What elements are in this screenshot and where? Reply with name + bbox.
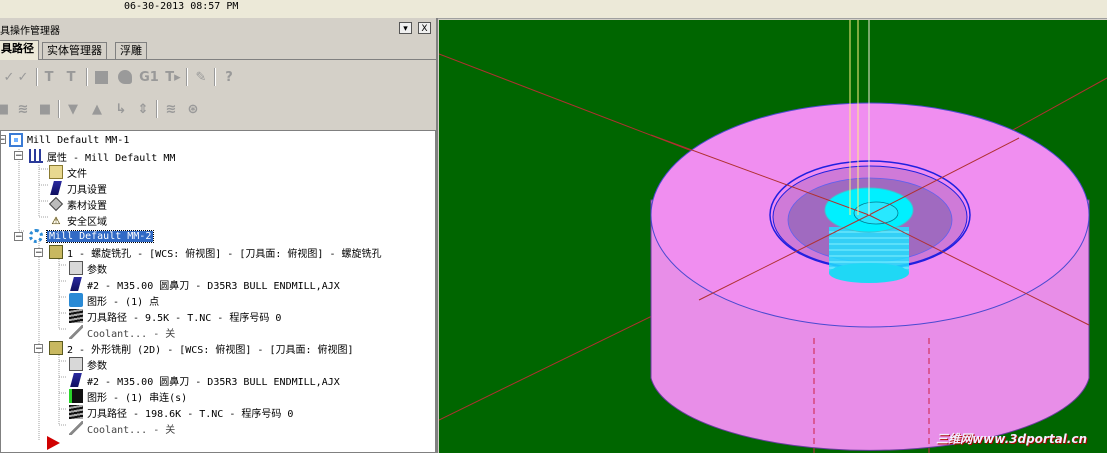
g1-post-icon[interactable]: G1 — [139, 68, 159, 86]
panel-menu-button[interactable]: ▾ — [399, 22, 412, 34]
backplot-icon[interactable] — [92, 68, 110, 86]
tree-item-label: Coolant... - 关 — [87, 328, 176, 340]
tree-item-label: 图形 - (1) 点 — [87, 296, 160, 308]
wrench-icon[interactable]: ✎ — [192, 68, 210, 86]
tree-item-label: 图形 - (1) 串连(s) — [87, 392, 188, 404]
status-bar: 06-30-2013 08:57 PM — [0, 0, 1107, 19]
expand-toggle[interactable]: − — [1, 135, 6, 145]
tree-item-operation-1[interactable]: 1 - 螺旋铣孔 - [WCS: 俯视图] - [刀具面: 俯视图] - 螺旋铣… — [49, 244, 382, 260]
operations-manager-panel: 具操作管理器 ▾ X 具路径 实体管理器 浮雕 ✓ ✓ T T G1 T▸ ✎ … — [0, 18, 438, 453]
operation-folder-icon — [49, 245, 63, 259]
tool-icon — [70, 277, 82, 291]
tree-item-geometry[interactable]: 图形 - (1) 串连(s) — [69, 388, 187, 404]
toggle-display-icon[interactable]: ≋ — [14, 100, 32, 118]
machine-group-icon — [9, 133, 23, 147]
insert-arrow-icon[interactable]: ↳ — [112, 100, 130, 118]
tree-item-operation-2[interactable]: 2 - 外形铣削 (2D) - [WCS: 俯视图] - [刀具面: 俯视图] — [49, 340, 354, 356]
chain-geometry-icon — [69, 389, 83, 403]
wave-icon[interactable]: ≋ — [162, 100, 180, 118]
regen-dirty-icon[interactable]: T — [62, 68, 80, 86]
tree-item-label: Coolant... - 关 — [87, 424, 176, 436]
expand-toggle[interactable]: − — [14, 151, 23, 161]
coolant-icon — [69, 325, 83, 339]
insert-arrow-icon[interactable] — [47, 436, 60, 450]
panel-close-button[interactable]: X — [418, 22, 431, 34]
posting-lock-icon[interactable]: ■ — [36, 100, 54, 118]
tree-item-label: 参数 — [87, 360, 107, 372]
high-speed-icon[interactable]: T▸ — [164, 68, 182, 86]
datetime-label: 06-30-2013 08:57 PM — [124, 1, 239, 12]
tree-item-toolpath[interactable]: 刀具路径 - 9.5K - T.NC - 程序号码 0 — [69, 308, 281, 324]
coolant-icon — [69, 421, 83, 435]
tree-item-label: 刀具路径 - 9.5K - T.NC - 程序号码 0 — [87, 312, 282, 324]
warning-icon: ⚠ — [51, 212, 61, 228]
toolbar-top: ✓ ✓ T T G1 T▸ ✎ ? — [0, 64, 436, 90]
params-folder-icon — [69, 357, 83, 371]
tab-art[interactable]: 浮雕 — [115, 42, 147, 59]
part-render — [439, 20, 1107, 453]
operation-folder-icon — [49, 341, 63, 355]
toolpath-wave-icon — [69, 309, 83, 323]
globe-icon[interactable]: ⊛ — [184, 100, 202, 118]
graphics-viewport[interactable]: 三维网www.3dportal.cn — [439, 20, 1107, 453]
tree-item-label: #2 - M35.00 圆鼻刀 - D35R3 BULL ENDMILL,AJX — [87, 280, 340, 292]
tree-item-tool-settings[interactable]: 刀具设置 — [49, 180, 107, 196]
tree-item-label: Mill Default MM-2 — [45, 229, 155, 243]
tree-item-properties[interactable]: 属性 - Mill Default MM — [29, 148, 175, 164]
tree-item-label: 1 - 螺旋铣孔 - [WCS: 俯视图] - [刀具面: 俯视图] - 螺旋铣… — [67, 248, 382, 260]
folder-icon — [49, 165, 63, 179]
tree-item-geometry[interactable]: 图形 - (1) 点 — [69, 292, 159, 308]
toolpath-group-icon — [29, 229, 43, 243]
tree-item-label: 参数 — [87, 264, 107, 276]
expand-toggle[interactable]: − — [34, 344, 43, 354]
params-folder-icon — [69, 261, 83, 275]
tree-item-label: 属性 - Mill Default MM — [47, 152, 176, 164]
move-down-icon[interactable]: ▼ — [64, 100, 82, 118]
tree-item-safety-zone[interactable]: ⚠ 安全区域 — [49, 212, 107, 228]
scroll-icon[interactable]: ⇕ — [134, 100, 152, 118]
select-invalid-icon[interactable]: ✓ — [14, 68, 32, 86]
move-up-icon[interactable]: ▲ — [88, 100, 106, 118]
verify-icon[interactable] — [116, 68, 134, 86]
tree-item-parameters[interactable]: 参数 — [69, 356, 107, 372]
tree-item-label: 2 - 外形铣削 (2D) - [WCS: 俯视图] - [刀具面: 俯视图] — [67, 344, 354, 356]
tree-item-stock-setup[interactable]: 素材设置 — [48, 196, 107, 212]
tree-item-label: 刀具路径 - 198.6K - T.NC - 程序号码 0 — [87, 408, 294, 420]
regen-selected-icon[interactable]: T — [40, 68, 58, 86]
panel-tabs: 具路径 实体管理器 浮雕 — [0, 40, 436, 60]
panel-title: 具操作管理器 — [0, 26, 60, 37]
tree-item-group[interactable]: Mill Default MM-2 — [29, 228, 155, 244]
geometry-icon — [69, 293, 83, 307]
tree-item-coolant[interactable]: Coolant... - 关 — [69, 420, 175, 436]
toolpath-tree[interactable]: − Mill Default MM-1 − 属性 - Mill Default … — [0, 130, 436, 453]
expand-toggle[interactable]: − — [14, 232, 23, 242]
tree-item-parameters[interactable]: 参数 — [69, 260, 107, 276]
tab-toolpaths[interactable]: 具路径 — [0, 40, 39, 60]
tree-item-label: 刀具设置 — [67, 184, 107, 196]
tree-item-machine[interactable]: Mill Default MM-1 — [9, 132, 129, 148]
tab-solids[interactable]: 实体管理器 — [42, 42, 107, 59]
tree-item-label: 文件 — [67, 168, 87, 180]
tree-item-tool[interactable]: #2 - M35.00 圆鼻刀 - D35R3 BULL ENDMILL,AJX — [69, 372, 340, 388]
watermark-text: 三维网www.3dportal.cn — [936, 432, 1087, 446]
toolbar-bottom: ■ ≋ ■ ▼ ▲ ↳ ⇕ ≋ ⊛ — [0, 96, 436, 122]
lock-icon[interactable]: ■ — [0, 100, 12, 118]
expand-toggle[interactable]: − — [34, 248, 43, 258]
tree-item-coolant[interactable]: Coolant... - 关 — [69, 324, 175, 340]
tree-item-label: 安全区域 — [67, 216, 107, 228]
tree-item-files[interactable]: 文件 — [49, 164, 87, 180]
tree-item-label: 素材设置 — [67, 200, 107, 212]
tool-icon — [50, 181, 62, 195]
help-icon[interactable]: ? — [220, 68, 238, 86]
properties-icon — [29, 149, 43, 163]
tree-item-toolpath[interactable]: 刀具路径 - 198.6K - T.NC - 程序号码 0 — [69, 404, 293, 420]
stock-icon — [48, 196, 64, 212]
tree-item-label: Mill Default MM-1 — [27, 134, 130, 146]
tree-item-tool[interactable]: #2 - M35.00 圆鼻刀 - D35R3 BULL ENDMILL,AJX — [69, 276, 340, 292]
tool-icon — [70, 373, 82, 387]
tree-item-label: #2 - M35.00 圆鼻刀 - D35R3 BULL ENDMILL,AJX — [87, 376, 340, 388]
toolpath-wave-icon — [69, 405, 83, 419]
